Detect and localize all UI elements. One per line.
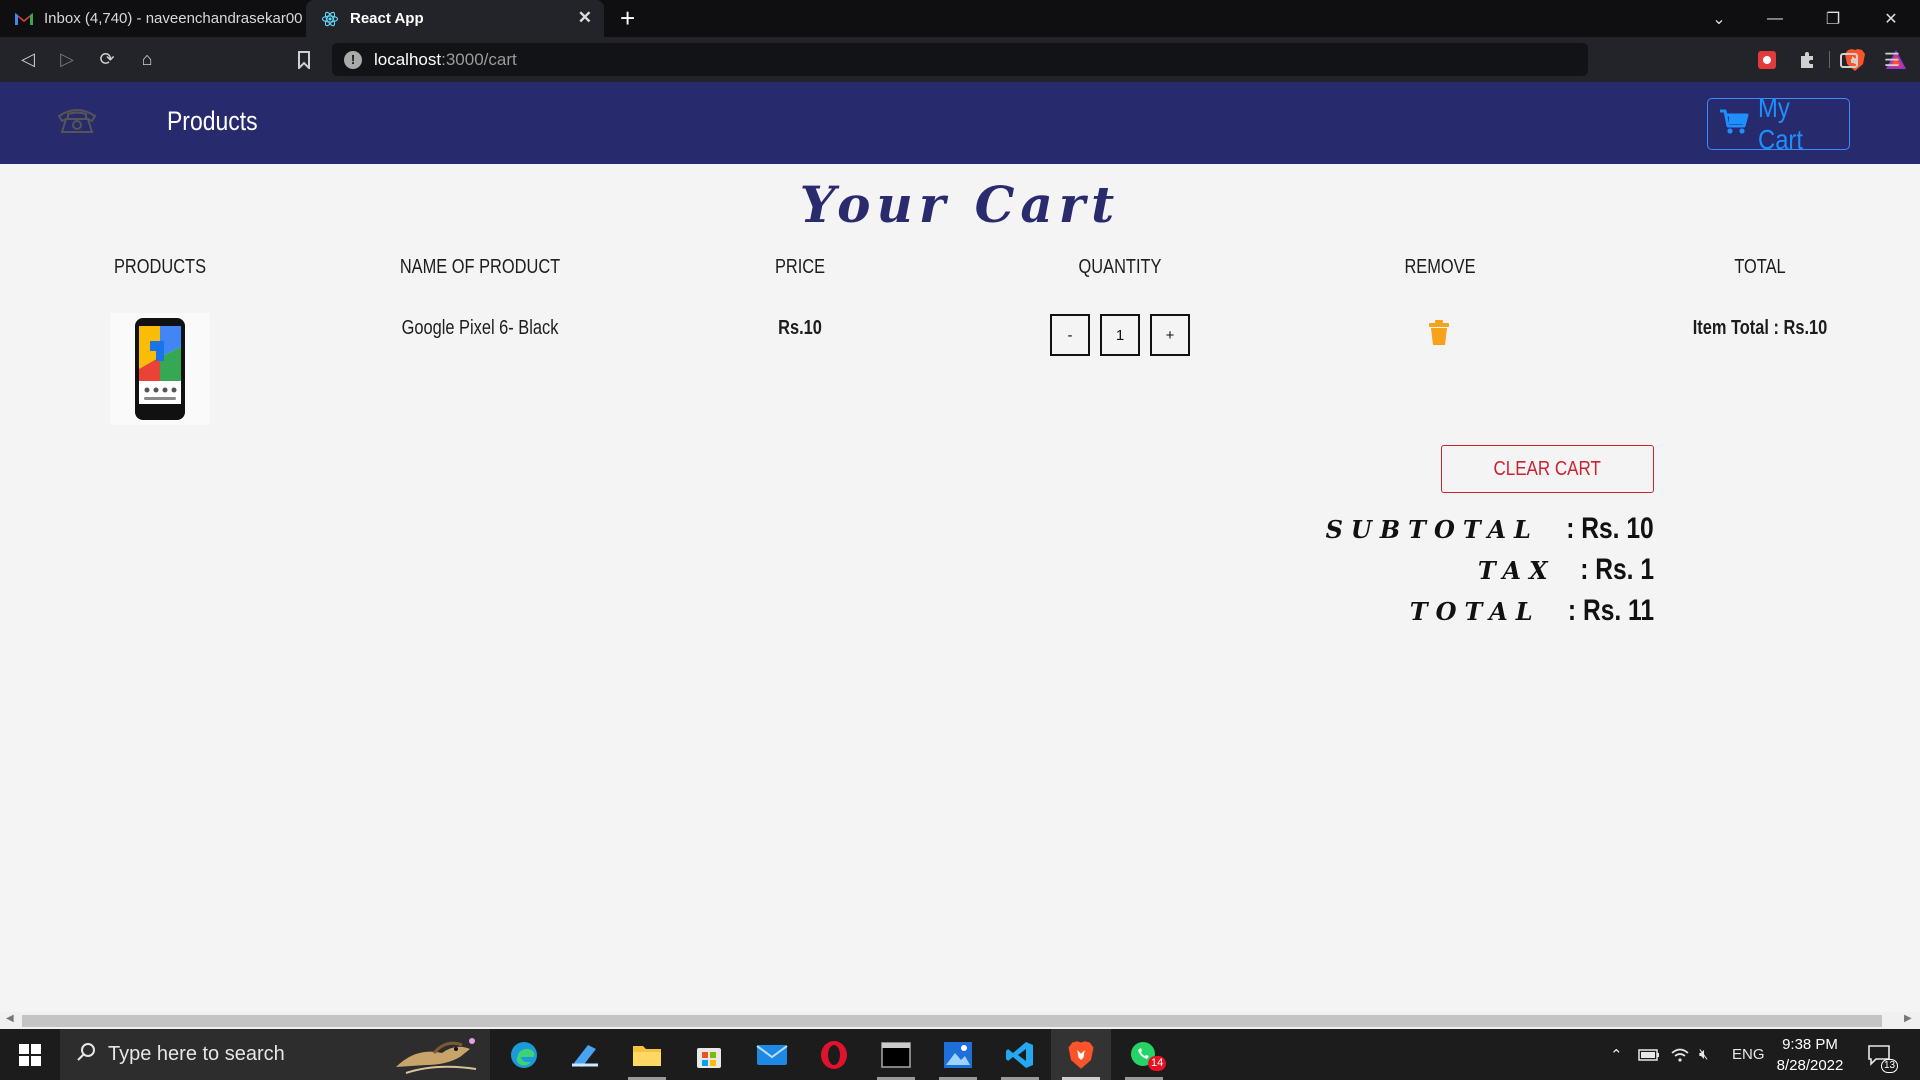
edge-icon[interactable] [494, 1029, 554, 1080]
column-header-total: TOTAL [1734, 256, 1786, 278]
clock-time: 9:38 PM [1782, 1036, 1838, 1053]
back-icon[interactable]: ◁ [8, 37, 48, 82]
battery-icon[interactable] [1638, 1029, 1660, 1080]
notifications-count: 13 [1881, 1059, 1899, 1073]
show-hidden-icons-chevron-icon[interactable]: ⌃ [1610, 1029, 1623, 1080]
gmail-icon [14, 11, 34, 27]
notifications-icon[interactable]: 13 [1868, 1029, 1899, 1080]
shopping-cart-icon [1719, 108, 1749, 141]
subtotal-value: : Rs. 10 [1566, 512, 1654, 545]
address-bar[interactable]: ! localhost:3000/cart [332, 43, 1906, 76]
search-highlight-bird-icon[interactable] [386, 1033, 484, 1077]
url-text: localhost:3000/cart [374, 49, 517, 69]
scrollbar-thumb[interactable] [22, 1015, 1882, 1027]
my-cart-button[interactable]: My Cart [1707, 92, 1850, 155]
brave-browser-icon[interactable] [1051, 1029, 1111, 1080]
clock-date: 8/28/2022 [1776, 1057, 1844, 1074]
windows-taskbar: Type here to search 14 ⌃ 🔇︎ ENG 9:38 PM … [0, 1029, 1920, 1080]
tab-search-chevron-icon[interactable]: ⌄ [1696, 0, 1742, 37]
total-row: Total : Rs. 11 [1410, 594, 1654, 628]
terminal-icon[interactable] [866, 1029, 926, 1080]
tab-react-app[interactable]: React App ✕ [306, 0, 604, 37]
reload-icon[interactable]: ⟳ [87, 37, 127, 82]
clear-cart-button[interactable]: CLEAR CART [1441, 445, 1654, 493]
tab-title: Inbox (4,740) - naveenchandrasekar00 [44, 10, 303, 27]
close-window-button[interactable]: ✕ [1868, 0, 1914, 37]
browser-toolbar: ◁ ▷ ⟳ ⌂ ! localhost:3000/cart ☰ [0, 37, 1920, 82]
extensions-puzzle-icon[interactable] [1792, 45, 1822, 75]
column-header-name: NAME OF PRODUCT [399, 256, 561, 278]
increment-quantity-button[interactable]: + [1150, 314, 1190, 356]
opera-icon[interactable] [804, 1029, 864, 1080]
file-explorer-icon[interactable] [617, 1029, 677, 1080]
my-cart-label: My Cart [1758, 92, 1803, 155]
page-title: Your Cart [799, 175, 1121, 234]
total-label: Total [1409, 597, 1541, 626]
column-header-quantity: QUANTITY [1078, 256, 1162, 278]
search-icon [76, 1042, 96, 1068]
total-value: : Rs. 11 [1567, 594, 1654, 627]
wallet-icon[interactable] [1834, 45, 1864, 75]
home-icon[interactable]: ⌂ [127, 37, 167, 82]
product-name: Google Pixel 6- Black [401, 317, 559, 339]
horizontal-scrollbar[interactable]: ◀ ▶ [0, 1012, 1920, 1029]
product-image [110, 313, 210, 425]
minimize-button[interactable]: — [1752, 0, 1798, 37]
forward-icon[interactable]: ▷ [47, 37, 87, 82]
subtotal-label: Subtotal [1325, 515, 1539, 544]
restore-button[interactable]: ❐ [1810, 0, 1856, 37]
phone-logo-icon[interactable] [56, 104, 98, 140]
browser-tab-strip: Inbox (4,740) - naveenchandrasekar00 Rea… [0, 0, 1920, 37]
extension-red-icon[interactable] [1752, 45, 1782, 75]
column-header-remove: REMOVE [1404, 256, 1476, 278]
whatsapp-icon[interactable]: 14 [1114, 1029, 1174, 1080]
taskbar-search-box[interactable]: Type here to search [60, 1029, 490, 1080]
item-total: Item Total : Rs.10 [1692, 317, 1828, 339]
close-tab-icon[interactable]: ✕ [578, 8, 592, 28]
blue-app-icon[interactable] [555, 1029, 615, 1080]
url-divider [1829, 51, 1830, 68]
site-info-icon[interactable]: ! [344, 50, 362, 69]
scroll-right-icon[interactable]: ▶ [1904, 1013, 1912, 1024]
scroll-left-icon[interactable]: ◀ [6, 1013, 14, 1024]
wifi-icon[interactable] [1670, 1029, 1690, 1080]
tab-title: React App [350, 10, 424, 27]
column-header-products: PRODUCTS [113, 256, 207, 278]
tab-gmail-inbox[interactable]: Inbox (4,740) - naveenchandrasekar00 [0, 0, 306, 37]
column-header-price: PRICE [774, 256, 826, 278]
subtotal-row: Subtotal : Rs. 10 [1326, 512, 1654, 546]
volume-muted-icon[interactable]: 🔇︎ [1699, 1029, 1708, 1080]
tax-label: Tax [1477, 556, 1556, 585]
whatsapp-badge: 14 [1148, 1056, 1167, 1071]
quantity-value: 1 [1100, 314, 1140, 356]
decrement-quantity-button[interactable]: - [1050, 314, 1090, 356]
nav-products-link[interactable]: Products [167, 106, 258, 137]
app-navbar: Products My Cart [0, 82, 1920, 164]
trash-icon[interactable] [1428, 320, 1450, 346]
bookmark-icon[interactable] [284, 37, 324, 82]
react-icon [320, 11, 340, 27]
mail-icon[interactable] [742, 1029, 802, 1080]
search-placeholder: Type here to search [108, 1043, 285, 1065]
language-indicator[interactable]: ENG [1732, 1029, 1765, 1080]
windows-start-icon[interactable] [0, 1029, 60, 1080]
tax-value: : Rs. 1 [1580, 553, 1654, 586]
clock[interactable]: 9:38 PM 8/28/2022 [1770, 1034, 1850, 1076]
photos-icon[interactable] [928, 1029, 988, 1080]
new-tab-button[interactable]: + [620, 4, 635, 32]
microsoft-store-icon[interactable] [679, 1029, 739, 1080]
tax-row: Tax : Rs. 1 [1478, 553, 1654, 587]
product-price: Rs.10 [778, 317, 822, 339]
vscode-icon[interactable] [990, 1029, 1050, 1080]
clear-cart-label: CLEAR CART [1493, 457, 1602, 480]
menu-icon[interactable]: ☰ [1877, 45, 1907, 75]
